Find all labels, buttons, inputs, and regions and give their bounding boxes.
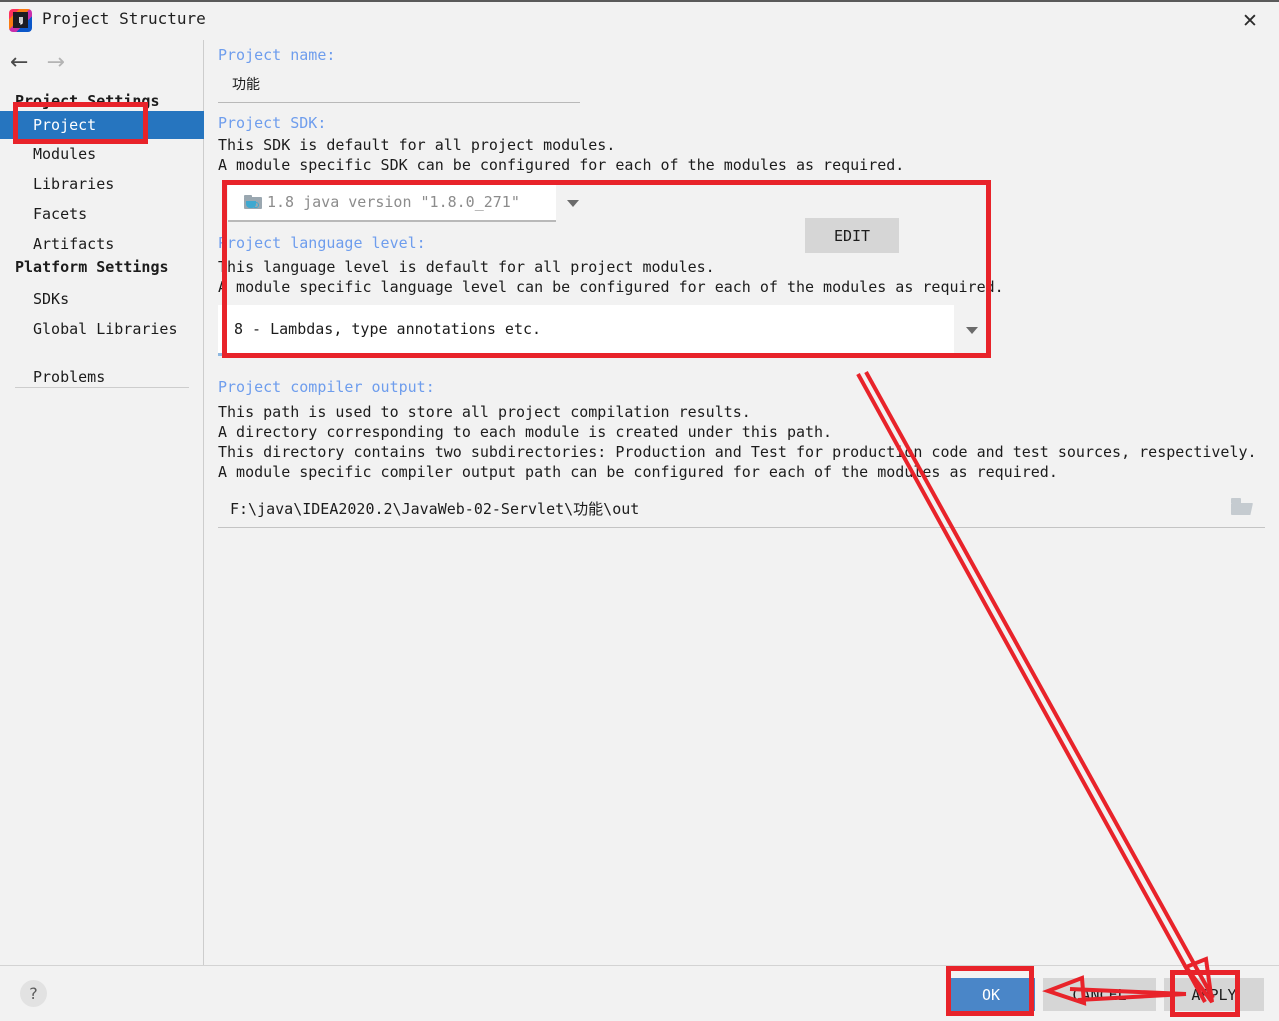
- window-title: Project Structure: [42, 9, 206, 28]
- sidebar-item-label: Libraries: [33, 175, 114, 193]
- language-level-label: Project language level:: [218, 234, 426, 252]
- sidebar-item-facets[interactable]: Facets: [0, 200, 204, 228]
- title-bar: IJ Project Structure ✕: [0, 2, 1279, 40]
- compiler-output-desc-line4: A module specific compiler output path c…: [218, 463, 1058, 481]
- language-level-dropdown[interactable]: 8 - Lambdas, type annotations etc.: [218, 305, 990, 356]
- main-content: Project name: 功能 Project SDK: This SDK i…: [204, 40, 1279, 965]
- sidebar-group-platform-settings: Platform Settings: [15, 258, 169, 276]
- compiler-output-desc-line2: A directory corresponding to each module…: [218, 423, 832, 441]
- edit-sdk-button[interactable]: EDIT: [805, 218, 899, 253]
- java-sdk-folder-icon: [244, 195, 262, 210]
- sidebar-item-global-libraries[interactable]: Global Libraries: [0, 315, 204, 343]
- project-name-value: 功能: [232, 74, 260, 94]
- project-name-label: Project name:: [218, 46, 335, 64]
- project-sdk-label: Project SDK:: [218, 114, 326, 132]
- sidebar: ← → Project Settings Project Modules Lib…: [0, 40, 204, 965]
- compiler-output-label: Project compiler output:: [218, 378, 435, 396]
- sidebar-item-label: Project: [33, 116, 96, 134]
- ok-button[interactable]: OK: [947, 978, 1035, 1011]
- sidebar-item-sdks[interactable]: SDKs: [0, 285, 204, 313]
- intellij-idea-logo-icon: IJ: [9, 9, 32, 32]
- nav-buttons: ← →: [10, 52, 65, 74]
- project-sdk-desc-line1: This SDK is default for all project modu…: [218, 136, 615, 154]
- folder-open-icon[interactable]: [1231, 498, 1253, 515]
- cancel-button[interactable]: CANCEL: [1043, 978, 1156, 1011]
- sidebar-item-label: SDKs: [33, 290, 69, 308]
- sidebar-item-label: Facets: [33, 205, 87, 223]
- sidebar-group-project-settings: Project Settings: [15, 92, 160, 110]
- project-name-input[interactable]: 功能: [218, 69, 580, 103]
- sidebar-item-libraries[interactable]: Libraries: [0, 170, 204, 198]
- logo-glyph: IJ: [13, 12, 28, 28]
- sidebar-item-label: Problems: [33, 368, 105, 386]
- sidebar-item-project[interactable]: Project: [0, 111, 204, 139]
- sidebar-item-modules[interactable]: Modules: [0, 140, 204, 168]
- close-icon[interactable]: ✕: [1237, 9, 1263, 33]
- sidebar-item-label: Global Libraries: [33, 320, 178, 338]
- project-structure-dialog: IJ Project Structure ✕ ← → Project Setti…: [0, 0, 1279, 1021]
- project-sdk-dropdown[interactable]: 1.8 java version "1.8.0_271": [228, 184, 590, 222]
- project-sdk-value: 1.8 java version "1.8.0_271": [267, 193, 520, 211]
- sidebar-item-problems[interactable]: Problems: [0, 363, 204, 391]
- forward-arrow-icon[interactable]: →: [46, 52, 64, 74]
- project-sdk-desc-line2: A module specific SDK can be configured …: [218, 156, 904, 174]
- compiler-output-desc-line3: This directory contains two subdirectori…: [218, 443, 1257, 461]
- language-level-desc-line1: This language level is default for all p…: [218, 258, 715, 276]
- chevron-down-icon[interactable]: [954, 305, 990, 356]
- compiler-output-input[interactable]: F:\java\IDEA2020.2\JavaWeb-02-Servlet\功能…: [218, 490, 1265, 528]
- language-level-value: 8 - Lambdas, type annotations etc.: [234, 320, 541, 338]
- chevron-down-icon[interactable]: [556, 184, 590, 222]
- help-icon[interactable]: ?: [20, 980, 47, 1007]
- sidebar-item-label: Artifacts: [33, 235, 114, 253]
- apply-button[interactable]: APPLY: [1164, 978, 1264, 1011]
- back-arrow-icon[interactable]: ←: [10, 52, 28, 74]
- compiler-output-value: F:\java\IDEA2020.2\JavaWeb-02-Servlet\功能…: [230, 498, 639, 519]
- language-level-desc-line2: A module specific language level can be …: [218, 278, 1004, 296]
- sidebar-item-artifacts[interactable]: Artifacts: [0, 230, 204, 258]
- compiler-output-desc-line1: This path is used to store all project c…: [218, 403, 751, 421]
- sidebar-item-label: Modules: [33, 145, 96, 163]
